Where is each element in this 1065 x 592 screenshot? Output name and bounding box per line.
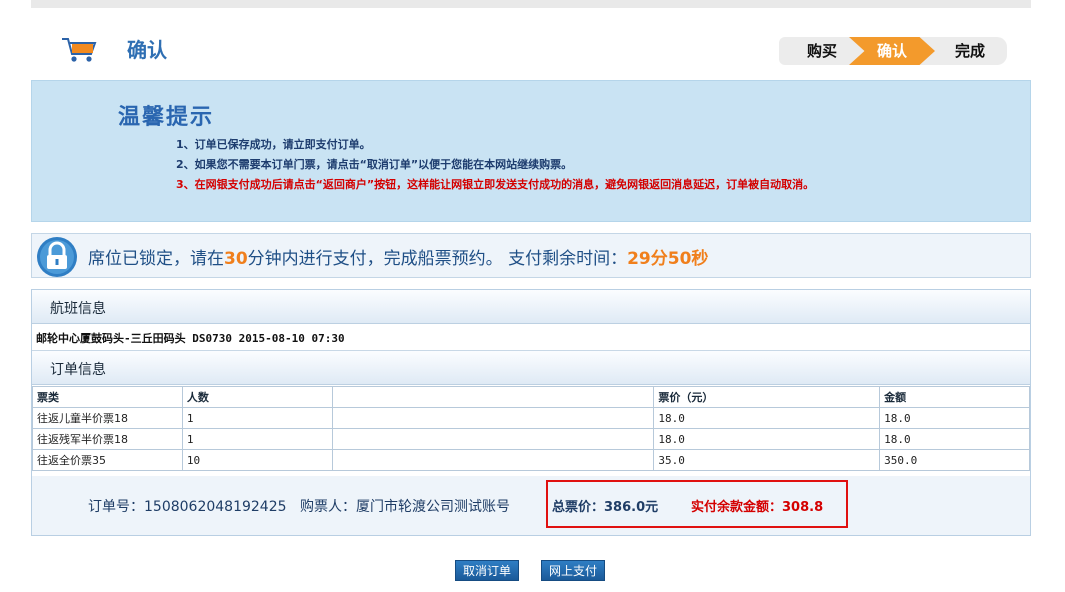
page-title: 确认 bbox=[127, 38, 167, 62]
order-summary: 订单号：1508062048192425 购票人：厦门市轮渡公司测试账号 总票价… bbox=[32, 476, 1030, 535]
tips-panel: 温馨提示 1、订单已保存成功，请立即支付订单。 2、如果您不需要本订单门票，请点… bbox=[31, 80, 1031, 222]
tips-title: 温馨提示 bbox=[118, 105, 215, 130]
amount-cell: 18.0 bbox=[879, 428, 1030, 450]
quantity-cell: 1 bbox=[181, 407, 333, 429]
price-cell: 18.0 bbox=[653, 428, 881, 450]
blank-cell bbox=[331, 428, 655, 450]
blank-cell bbox=[331, 407, 655, 429]
amount-cell: 350.0 bbox=[879, 449, 1030, 471]
table-row: 往返全价票35 10 35.0 350.0 bbox=[32, 449, 1030, 471]
cancel-order-button[interactable]: 取消订单 bbox=[455, 560, 520, 581]
order-number: 订单号：1508062048192425 bbox=[88, 499, 287, 515]
order-panel: 航班信息 邮轮中心厦鼓码头-三丘田码头 DS0730 2015-08-10 07… bbox=[31, 289, 1031, 536]
flight-section-header: 航班信息 bbox=[32, 290, 1030, 324]
shopping-cart-icon bbox=[62, 38, 97, 62]
progress-steps: 购买 完成 确认 bbox=[779, 37, 1007, 65]
column-header: 票价（元） bbox=[653, 386, 881, 408]
table-row: 往返儿童半价票18 1 18.0 18.0 bbox=[32, 407, 1030, 429]
quantity-cell: 1 bbox=[181, 428, 333, 450]
lock-message-prefix: 席位已锁定，请在 bbox=[88, 249, 224, 269]
table-row: 往返残军半价票18 1 18.0 18.0 bbox=[32, 428, 1030, 450]
tip-item: 2、如果您不需要本订单门票，请点击“取消订单”以便于您能在本网站继续购票。 bbox=[176, 158, 573, 171]
flight-section-title: 航班信息 bbox=[50, 301, 106, 317]
lock-minutes: 30 bbox=[224, 249, 248, 269]
table-header-row: 票类 人数 票价（元） 金额 bbox=[32, 386, 1030, 408]
column-header: 人数 bbox=[181, 386, 333, 408]
amount-cell: 18.0 bbox=[879, 407, 1030, 429]
order-section-header: 订单信息 bbox=[32, 351, 1030, 385]
order-section-title: 订单信息 bbox=[50, 362, 106, 378]
price-cell: 18.0 bbox=[653, 407, 881, 429]
tip-item-warning: 3、在网银支付成功后请点击“返回商户”按钮，这样能让网银立即发送支付成功的消息，… bbox=[176, 178, 815, 191]
remaining-time: 29分50秒 bbox=[627, 249, 709, 269]
lock-icon bbox=[37, 237, 77, 277]
blank-cell bbox=[331, 449, 655, 471]
online-pay-button[interactable]: 网上支付 bbox=[541, 560, 606, 581]
column-header bbox=[331, 386, 655, 408]
price-cell: 35.0 bbox=[653, 449, 881, 471]
seat-lock-bar: 席位已锁定，请在30分钟内进行支付，完成船票预约。 支付剩余时间：29分50秒 bbox=[31, 233, 1031, 278]
top-bar bbox=[31, 0, 1031, 8]
total-price: 总票价：386.0元 bbox=[552, 500, 659, 515]
order-table: 票类 人数 票价（元） 金额 往返儿童半价票18 1 18.0 18.0 往返残… bbox=[32, 386, 1030, 471]
tip-item: 1、订单已保存成功，请立即支付订单。 bbox=[176, 138, 371, 151]
lock-message-middle: 分钟内进行支付，完成船票预约。 支付剩余时间： bbox=[247, 249, 628, 269]
amount-due: 实付余款金额：308.8 bbox=[691, 500, 824, 515]
quantity-cell: 10 bbox=[181, 449, 333, 471]
ticket-type-cell: 往返残军半价票18 bbox=[32, 428, 183, 450]
buyer-name: 购票人：厦门市轮渡公司测试账号 bbox=[300, 499, 510, 515]
column-header: 票类 bbox=[32, 386, 183, 408]
payment-highlight-box: 总票价：386.0元 实付余款金额：308.8 bbox=[546, 480, 848, 528]
lock-message: 席位已锁定，请在30分钟内进行支付，完成船票预约。 支付剩余时间：29分50秒 bbox=[88, 244, 708, 269]
ticket-type-cell: 往返全价票35 bbox=[32, 449, 183, 471]
step-buy: 购买 bbox=[779, 37, 865, 65]
page-header: 确认 购买 完成 确认 bbox=[31, 22, 1031, 72]
column-header: 金额 bbox=[879, 386, 1030, 408]
voyage-info: 邮轮中心厦鼓码头-三丘田码头 DS0730 2015-08-10 07:30 bbox=[32, 324, 1030, 351]
ticket-type-cell: 往返儿童半价票18 bbox=[32, 407, 183, 429]
